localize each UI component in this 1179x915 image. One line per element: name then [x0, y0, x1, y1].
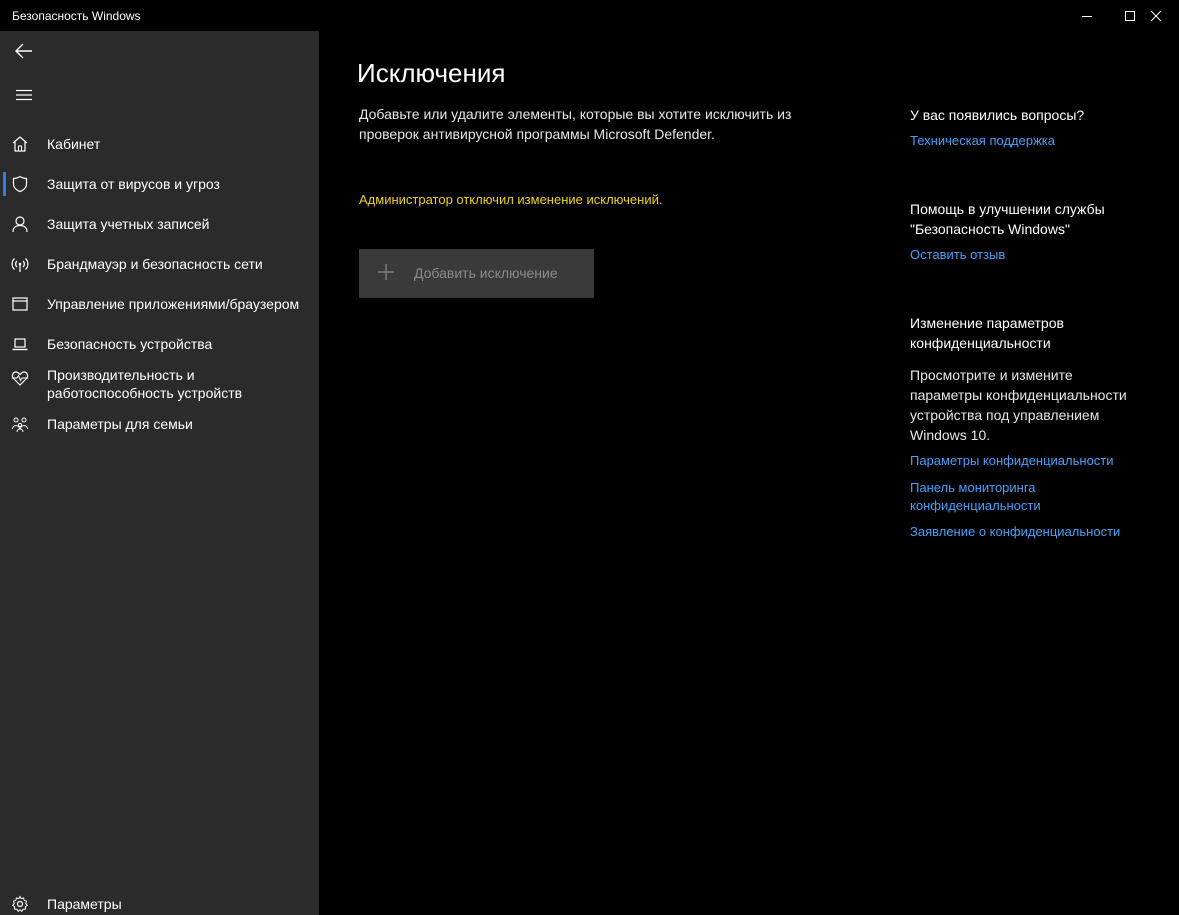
person-icon — [10, 214, 30, 234]
admin-warning: Администратор отключил изменение исключе… — [359, 192, 663, 207]
family-icon — [10, 414, 30, 434]
description-line2: проверок антивирусной программы Microsof… — [359, 126, 715, 142]
close-button[interactable] — [1133, 0, 1179, 31]
privacy-text-line1: Просмотрите и измените — [910, 367, 1073, 383]
privacy-dashboard-link[interactable]: Панель мониторинга конфиденциальности — [910, 479, 1160, 515]
sidebar-item-label-line2: работоспособность устройств — [47, 385, 243, 401]
privacy-settings-link[interactable]: Параметры конфиденциальности — [910, 452, 1160, 470]
privacy-heading-line1: Изменение параметров — [910, 315, 1064, 331]
privacy-heading-line2: конфиденциальности — [910, 335, 1051, 351]
heart-pulse-icon — [10, 368, 30, 388]
sidebar-item-label: Защита учетных записей — [47, 216, 210, 232]
questions-heading: У вас появились вопросы? — [910, 107, 1085, 123]
back-button[interactable] — [0, 31, 48, 71]
hamburger-icon — [16, 89, 32, 101]
minimize-button[interactable] — [1064, 0, 1110, 31]
add-exclusion-label: Добавить исключение — [414, 265, 558, 281]
sidebar-item-label: Параметры для семьи — [47, 416, 193, 432]
gear-icon — [10, 894, 30, 914]
title-bar: Безопасность Windows — [0, 0, 1179, 31]
sidebar-item-account-protection[interactable]: Защита учетных записей — [0, 204, 319, 244]
add-exclusion-button[interactable]: Добавить исключение — [359, 249, 594, 298]
sidebar: Кабинет Защита от вирусов и угроз Защита… — [0, 31, 319, 915]
feedback-link[interactable]: Оставить отзыв — [910, 246, 1160, 264]
menu-button[interactable] — [0, 75, 48, 115]
privacy-dashboard-line2: конфиденциальности — [910, 498, 1041, 513]
sidebar-item-firewall[interactable]: Брандмауэр и безопасность сети — [0, 244, 319, 284]
back-arrow-icon — [15, 43, 32, 59]
page-title: Исключения — [357, 58, 506, 88]
description-line1: Добавьте или удалите элементы, которые в… — [359, 106, 792, 122]
privacy-dashboard-line1: Панель мониторинга — [910, 480, 1036, 495]
app-window-icon — [10, 294, 30, 314]
privacy-text-line4: Windows 10. — [910, 427, 991, 443]
sidebar-item-settings[interactable]: Параметры — [0, 884, 319, 915]
main-content: Исключения Добавьте или удалите элементы… — [319, 31, 1179, 915]
sidebar-item-virus-protection[interactable]: Защита от вирусов и угроз — [0, 164, 319, 204]
laptop-icon — [10, 334, 30, 354]
minimize-icon — [1082, 15, 1092, 17]
privacy-heading: Изменение параметров конфиденциальности — [910, 313, 1160, 353]
sidebar-item-label: Безопасность устройства — [47, 336, 213, 352]
sidebar-item-label-line1: Производительность и — [47, 367, 195, 383]
sidebar-item-family[interactable]: Параметры для семьи — [0, 404, 319, 444]
sidebar-item-label: Параметры — [47, 896, 122, 912]
sidebar-item-device-security[interactable]: Безопасность устройства — [0, 324, 319, 364]
wireless-icon — [10, 254, 30, 274]
shield-icon — [10, 174, 30, 194]
sidebar-item-label: Брандмауэр и безопасность сети — [47, 256, 263, 272]
improve-heading-line1: Помощь в улучшении службы — [910, 201, 1105, 217]
close-icon — [1150, 10, 1162, 21]
sidebar-item-label: Кабинет — [47, 136, 101, 152]
privacy-text: Просмотрите и измените параметры конфиде… — [910, 365, 1160, 445]
improve-heading: Помощь в улучшении службы "Безопасность … — [910, 199, 1160, 239]
sidebar-item-home[interactable]: Кабинет — [0, 124, 319, 164]
sidebar-item-label: Управление приложениями/браузером — [47, 296, 300, 312]
sidebar-item-label: Защита от вирусов и угроз — [47, 176, 220, 192]
page-description: Добавьте или удалите элементы, которые в… — [359, 104, 859, 144]
plus-icon — [378, 264, 394, 280]
sidebar-item-app-browser[interactable]: Управление приложениями/браузером — [0, 284, 319, 324]
privacy-text-line3: устройства под управлением — [910, 407, 1100, 423]
privacy-statement-link[interactable]: Заявление о конфиденциальности — [910, 523, 1160, 541]
tech-support-link[interactable]: Техническая поддержка — [910, 132, 1160, 150]
window-title: Безопасность Windows — [12, 9, 141, 23]
privacy-text-line2: параметры конфиденциальности — [910, 387, 1127, 403]
home-icon — [10, 134, 30, 154]
sidebar-item-label: Производительность и работоспособность у… — [47, 366, 242, 402]
improve-heading-line2: "Безопасность Windows" — [910, 221, 1070, 237]
selection-indicator — [3, 172, 6, 196]
